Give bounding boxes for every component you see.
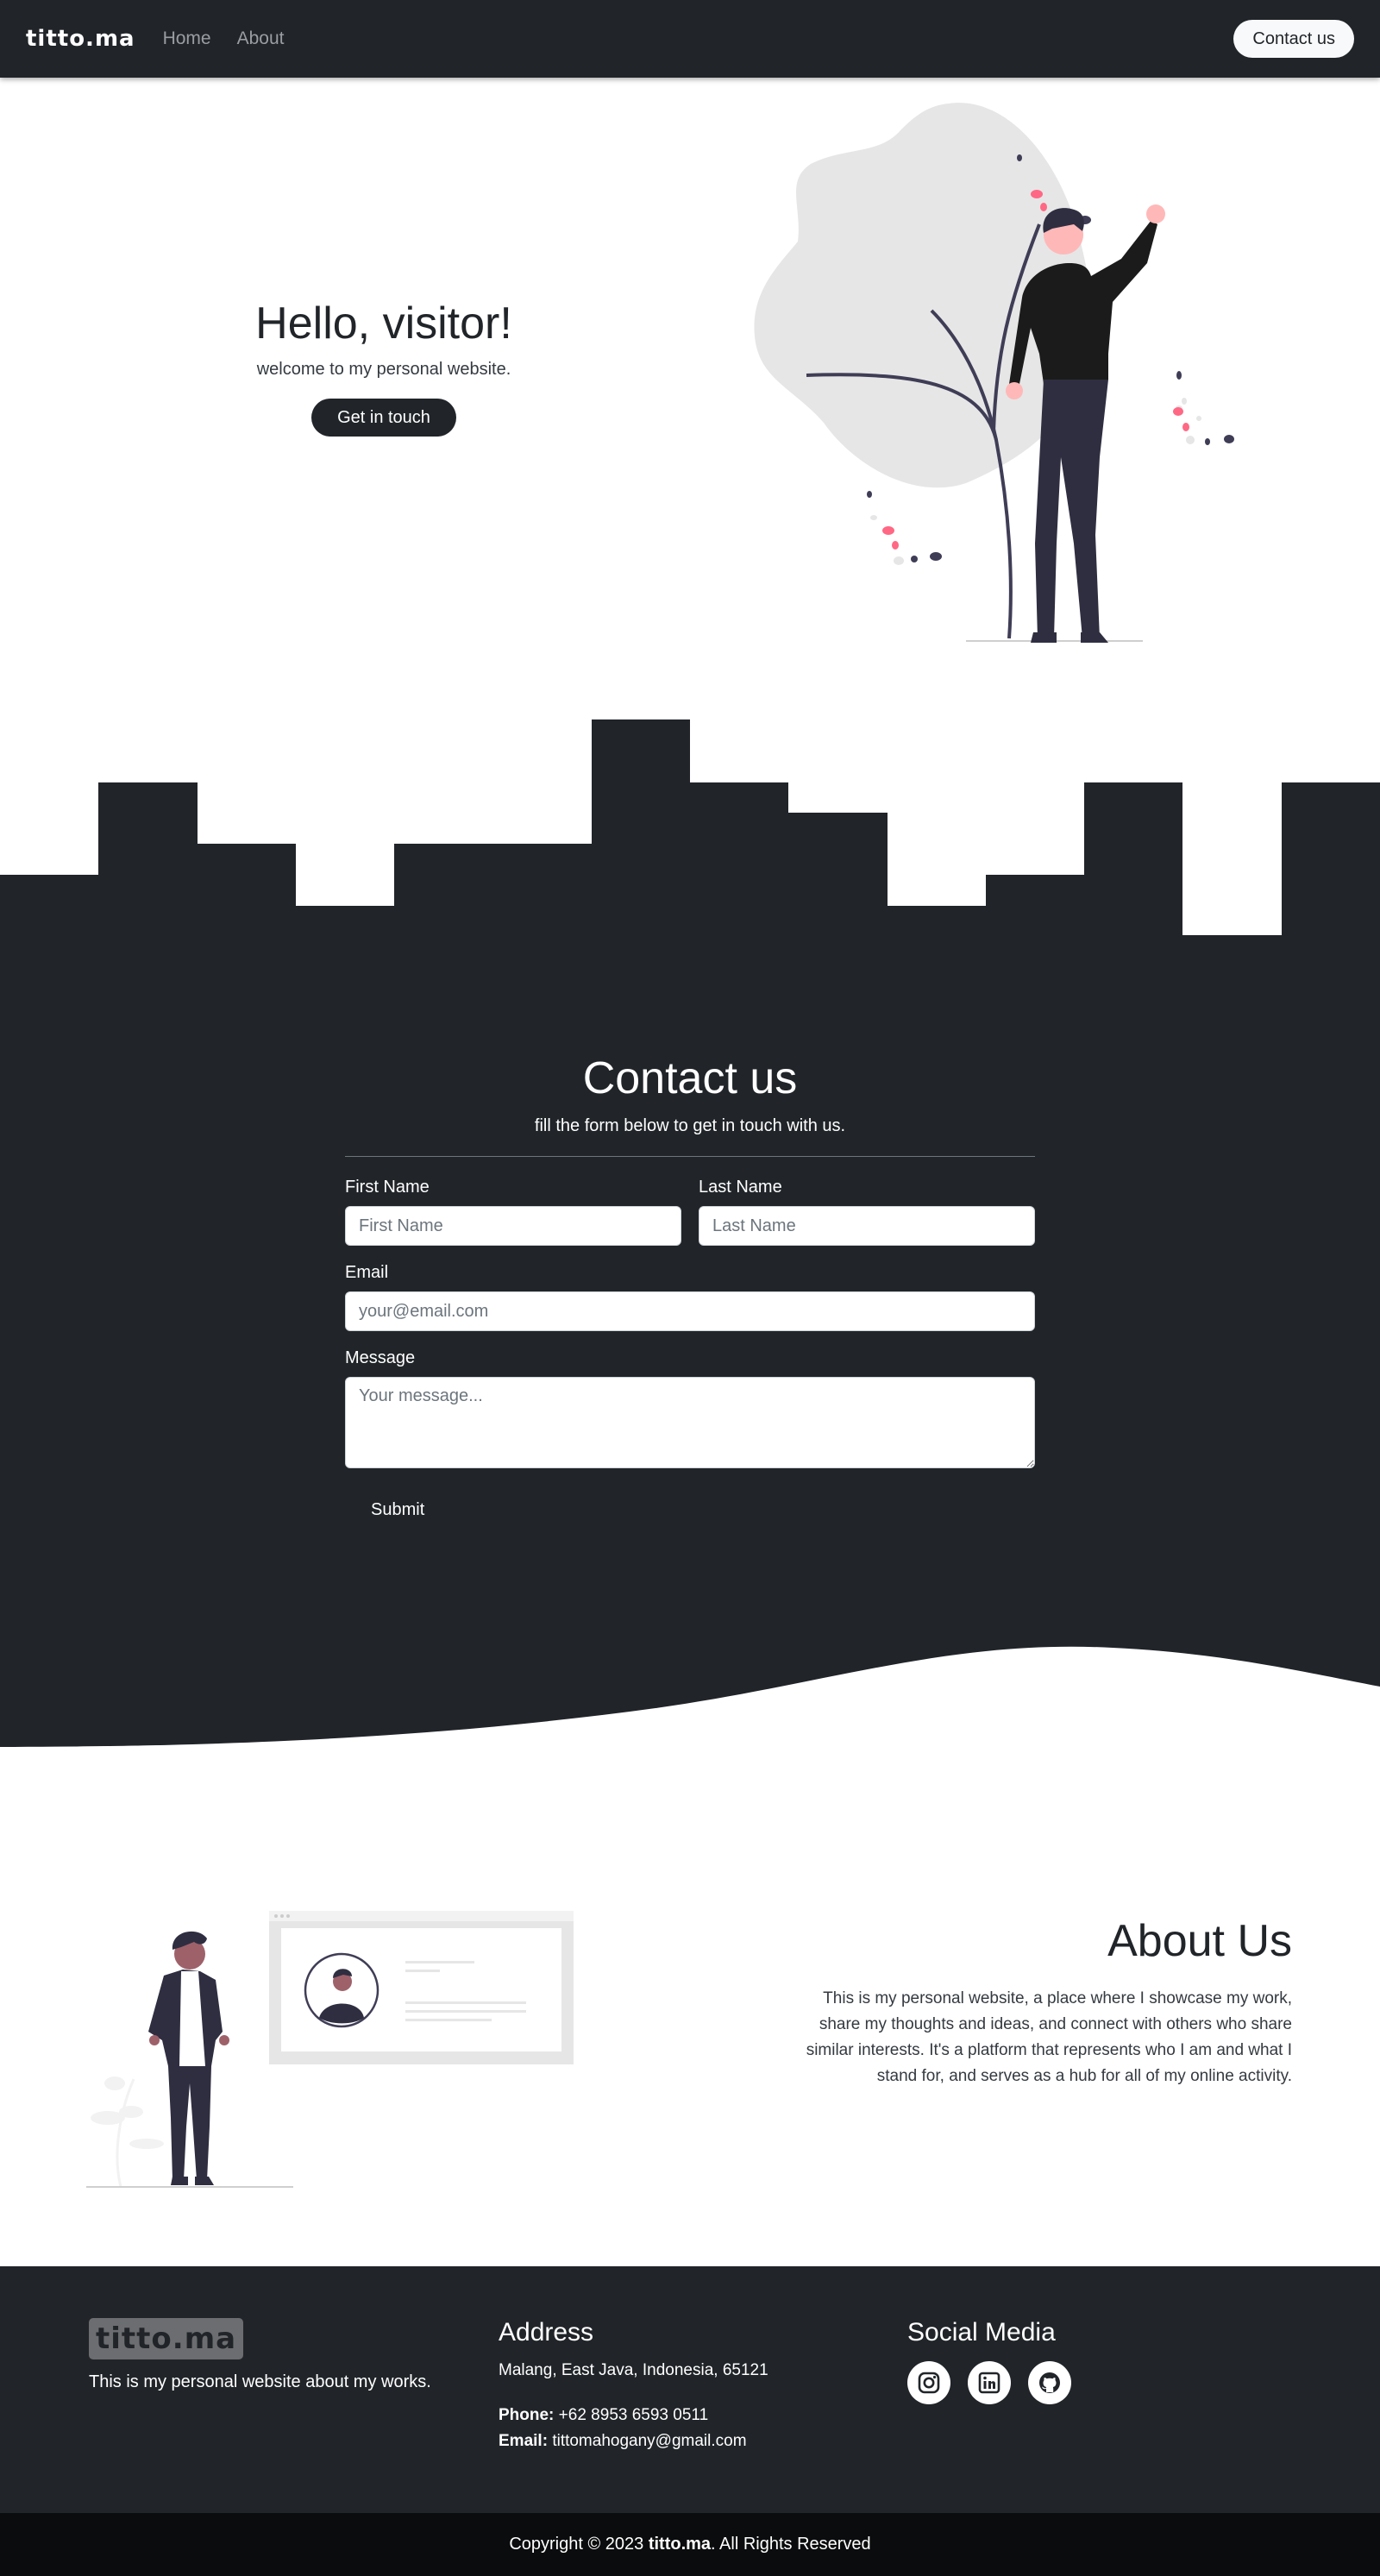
copyright-bar: Copyright © 2023 titto.ma. All Rights Re… [0, 2513, 1380, 2576]
footer-logo[interactable]: titto.ma [89, 2318, 244, 2359]
footer-social-column: Social Media [907, 2318, 1071, 2404]
footer-phone: Phone: +62 8953 6593 0511 [499, 2406, 768, 2425]
nav-link-about[interactable]: About [237, 28, 285, 49]
footer-address-column: Address Malang, East Java, Indonesia, 65… [499, 2318, 768, 2458]
last-name-label: Last Name [699, 1178, 782, 1197]
first-name-input[interactable] [345, 1206, 681, 1246]
brand-logo[interactable]: titto.ma [26, 26, 135, 52]
footer-phone-value: +62 8953 6593 0511 [558, 2406, 709, 2424]
nav-contact-button[interactable]: Contact us [1233, 20, 1354, 58]
footer-address: Malang, East Java, Indonesia, 65121 [499, 2361, 768, 2379]
about-description: This is my personal website, a place whe… [806, 1989, 1292, 2085]
hero-illustration [754, 103, 1234, 643]
contact-header: Contact us fill the form below to get in… [0, 1052, 1380, 1136]
footer-phone-label: Phone: [499, 2406, 555, 2424]
hero-subtitle: welcome to my personal website. [256, 360, 511, 379]
email-input[interactable] [345, 1291, 1035, 1331]
footer-address-title: Address [499, 2318, 594, 2347]
copyright-brand[interactable]: titto.ma [649, 2535, 711, 2554]
copyright-suffix: . All Rights Reserved [711, 2535, 871, 2554]
footer-description: This is my personal website about my wor… [89, 2372, 431, 2391]
copyright-prefix: Copyright © 2023 [509, 2535, 644, 2554]
footer-social-title: Social Media [907, 2318, 1056, 2347]
wave-divider [0, 1639, 1380, 1747]
instagram-icon[interactable] [907, 2361, 950, 2404]
navbar: titto.ma Home About Contact us [0, 0, 1380, 78]
contact-subtitle: fill the form below to get in touch with… [534, 1116, 846, 1135]
last-name-input[interactable] [699, 1206, 1035, 1246]
contact-title: Contact us [582, 1053, 798, 1103]
contact-form: First Name Last Name Email Message Submi… [345, 1178, 1035, 1529]
nav-link-home[interactable]: Home [163, 28, 211, 49]
footer-email-value[interactable]: tittomahogany@gmail.com [552, 2432, 746, 2450]
contact-divider [345, 1156, 1035, 1157]
footer: titto.ma This is my personal website abo… [0, 2266, 1380, 2513]
hero-section: Hello, visitor! welcome to my personal w… [172, 298, 595, 437]
footer-email-label: Email: [499, 2432, 549, 2450]
hero-title: Hello, visitor! [255, 298, 512, 349]
first-name-label: First Name [345, 1178, 430, 1197]
submit-button[interactable]: Submit [345, 1492, 450, 1529]
linkedin-icon[interactable] [968, 2361, 1011, 2404]
social-links [907, 2361, 1071, 2404]
message-label: Message [345, 1348, 416, 1367]
about-title: About Us [1107, 1916, 1292, 1966]
get-in-touch-button[interactable]: Get in touch [311, 399, 456, 437]
message-textarea[interactable] [345, 1377, 1035, 1468]
city-skyline-decoration [0, 719, 1380, 940]
email-label: Email [345, 1263, 389, 1282]
about-section: About Us This is my personal website, a … [802, 1915, 1292, 2089]
github-icon[interactable] [1028, 2361, 1071, 2404]
footer-email: Email: tittomahogany@gmail.com [499, 2432, 768, 2451]
about-illustration [86, 1911, 574, 2188]
